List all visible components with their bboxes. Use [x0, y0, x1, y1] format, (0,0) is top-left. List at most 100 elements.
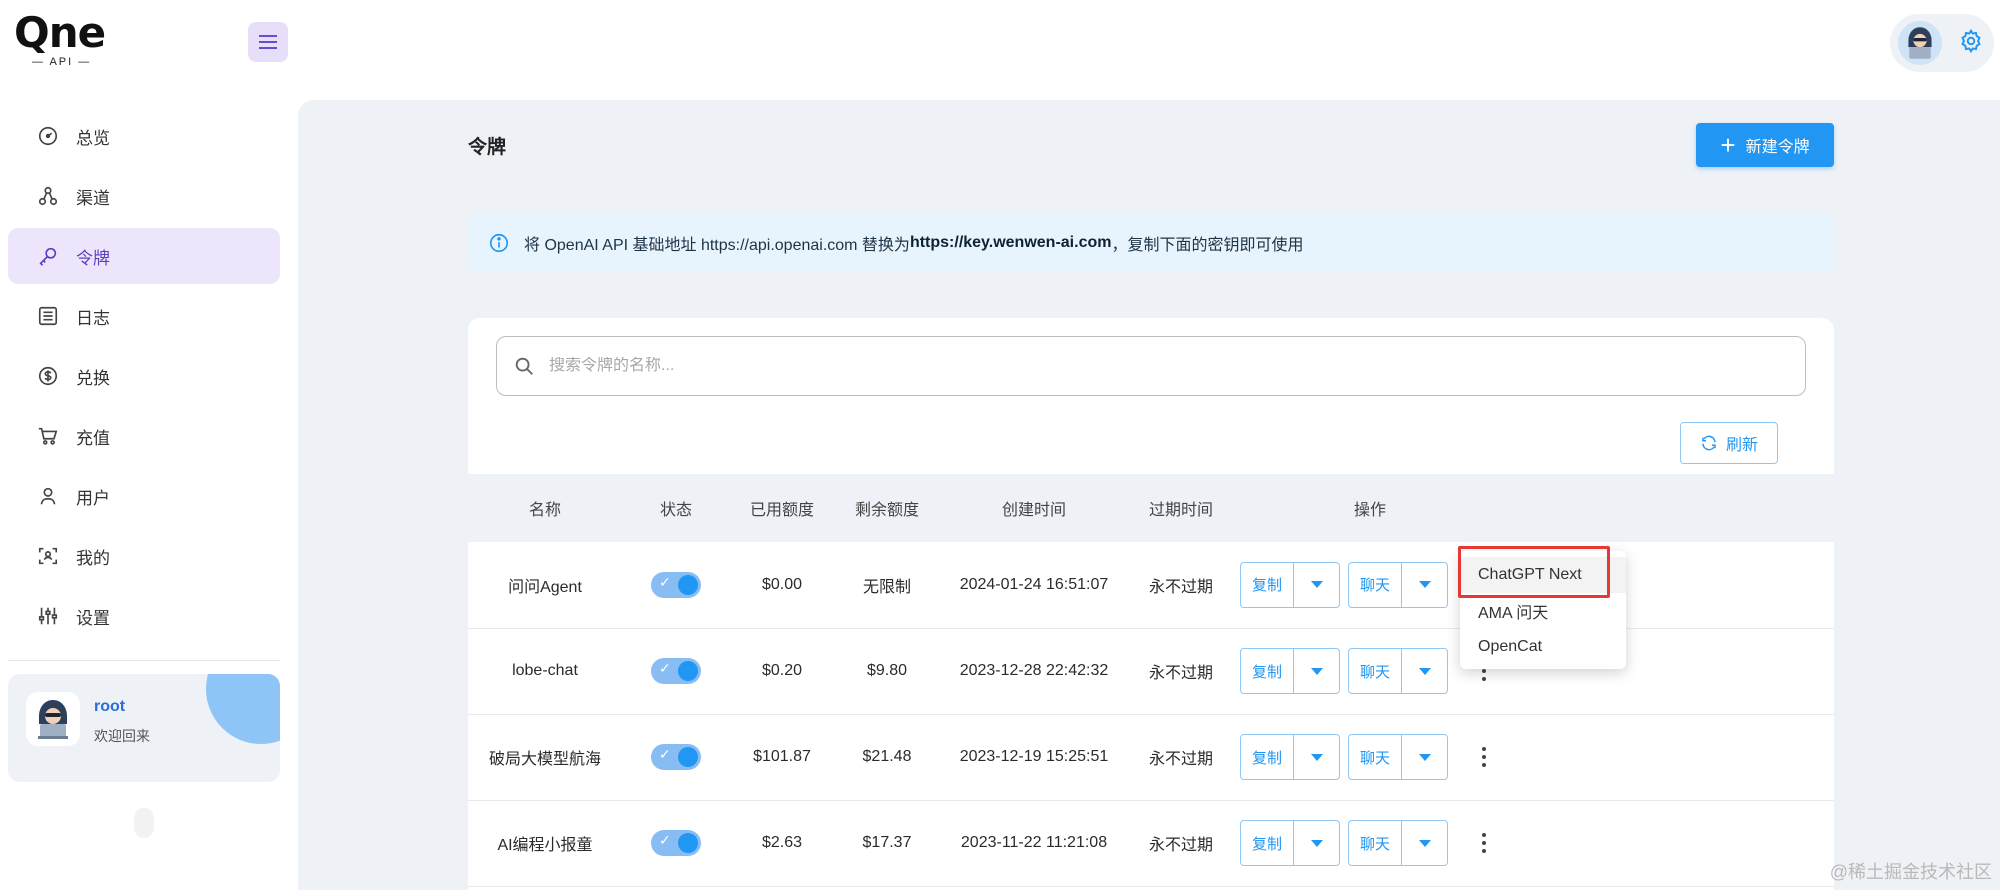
- sidebar-item-channels[interactable]: 渠道: [8, 168, 280, 224]
- chat-dropdown-menu: ChatGPT Next AMA 问天 OpenCat: [1460, 551, 1626, 669]
- chat-dropdown-button[interactable]: [1401, 735, 1447, 779]
- menu-item-opencat[interactable]: OpenCat: [1460, 629, 1626, 665]
- check-icon: ✓: [659, 660, 671, 676]
- status-cell: ✓: [622, 714, 730, 800]
- sidebar: Qne — API — 总览 渠道 令牌 日志 兑换 充值 用户 我的 设置 r…: [0, 0, 298, 890]
- top-user-controls: [1890, 14, 1994, 72]
- plus-icon: +: [1720, 130, 1736, 160]
- cart-icon: [36, 424, 60, 448]
- menu-item-ama[interactable]: AMA 问天: [1460, 593, 1626, 629]
- copy-button-group: 复制: [1240, 648, 1340, 694]
- column-header-name: 名称: [528, 502, 561, 519]
- user-icon: [36, 484, 60, 508]
- copy-dropdown-button[interactable]: [1293, 562, 1339, 607]
- status-toggle[interactable]: ✓: [651, 571, 701, 598]
- created-time: 2024-01-24 16:51:07: [959, 575, 1109, 593]
- sidebar-item-tokens[interactable]: 令牌: [8, 228, 280, 284]
- copy-button[interactable]: 复制: [1241, 735, 1293, 779]
- chat-button[interactable]: 聊天: [1349, 649, 1401, 693]
- more-options-icon[interactable]: [1482, 833, 1486, 853]
- actions-cell: 复制 聊天: [1234, 800, 1834, 886]
- chat-dropdown-button[interactable]: [1401, 649, 1447, 693]
- main-content: 令牌 + 新建令牌 将 OpenAI API 基础地址 https://api.…: [298, 100, 2000, 890]
- settings-sliders-icon: [36, 604, 60, 628]
- refresh-button[interactable]: 刷新: [1680, 422, 1778, 464]
- used-quota: $101.87: [753, 748, 811, 765]
- sidebar-item-logs[interactable]: 日志: [8, 288, 280, 344]
- menu-item-chatgpt-next[interactable]: ChatGPT Next: [1460, 557, 1626, 593]
- sidebar-item-label: 兑换: [76, 368, 110, 388]
- column-header-remaining: 剩余额度: [854, 502, 919, 519]
- used-quota: $2.63: [761, 834, 803, 851]
- new-token-button[interactable]: + 新建令牌: [1696, 123, 1834, 167]
- caret-down-icon: [1418, 753, 1431, 761]
- check-icon: ✓: [659, 832, 671, 848]
- copy-dropdown-button[interactable]: [1293, 649, 1339, 693]
- expire-time: 永不过期: [1148, 578, 1213, 596]
- app-logo[interactable]: Qne — API —: [14, 10, 124, 76]
- column-header-status: 状态: [659, 502, 692, 519]
- more-options-icon[interactable]: [1482, 747, 1486, 767]
- expire-time: 永不过期: [1148, 837, 1213, 854]
- sidebar-item-users[interactable]: 用户: [8, 468, 280, 524]
- toggle-knob: [678, 574, 698, 595]
- sidebar-item-label: 我的: [76, 548, 110, 568]
- sidebar-item-label: 渠道: [76, 188, 110, 208]
- sidebar-nav: 总览 渠道 令牌 日志 兑换 充值 用户 我的 设置: [8, 108, 280, 648]
- column-header-actions: 操作: [1354, 502, 1387, 519]
- chat-button[interactable]: 聊天: [1349, 821, 1401, 865]
- expire-time: 永不过期: [1148, 665, 1213, 682]
- search-icon: [513, 355, 535, 377]
- header-avatar[interactable]: [1898, 21, 1942, 65]
- copy-dropdown-button[interactable]: [1293, 735, 1339, 779]
- sidebar-item-redeem[interactable]: 兑换: [8, 348, 280, 404]
- table-row: AI编程小报童 ✓ $2.63 $17.37 2023-11-22 11:21:…: [468, 800, 1834, 886]
- alert-url: https://key.wenwen-ai.com: [909, 234, 1112, 251]
- menu-toggle-button[interactable]: [248, 22, 288, 62]
- token-name: AI编程小报童: [497, 837, 593, 854]
- chat-dropdown-button[interactable]: [1401, 562, 1447, 607]
- chat-button[interactable]: 聊天: [1349, 735, 1401, 779]
- check-icon: ✓: [659, 746, 671, 762]
- hamburger-icon: [259, 35, 277, 49]
- search-input[interactable]: [549, 357, 1749, 375]
- status-toggle[interactable]: ✓: [651, 744, 701, 770]
- status-toggle[interactable]: ✓: [651, 658, 701, 684]
- status-toggle[interactable]: ✓: [651, 830, 701, 856]
- remaining-quota: $17.37: [862, 834, 912, 851]
- caret-down-icon: [1310, 667, 1323, 675]
- check-icon: ✓: [659, 573, 671, 590]
- sidebar-item-label: 总览: [76, 128, 110, 148]
- status-cell: ✓: [622, 800, 730, 886]
- sidebar-item-label: 日志: [76, 308, 110, 328]
- sidebar-divider: [8, 660, 280, 661]
- copy-dropdown-button[interactable]: [1293, 821, 1339, 865]
- caret-down-icon: [1310, 839, 1323, 847]
- toggle-knob: [678, 833, 698, 853]
- chat-dropdown-button[interactable]: [1401, 821, 1447, 865]
- sidebar-item-topup[interactable]: 充值: [8, 408, 280, 464]
- status-cell: ✓: [622, 628, 730, 714]
- sidebar-item-settings[interactable]: 设置: [8, 588, 280, 644]
- refresh-icon: [1700, 434, 1718, 452]
- gear-icon[interactable]: [1958, 28, 1984, 59]
- token-name: 问问Agent: [508, 578, 582, 596]
- page-title: 令牌: [468, 137, 507, 158]
- user-card[interactable]: root 欢迎回来: [8, 674, 280, 782]
- copy-button[interactable]: 复制: [1241, 649, 1293, 693]
- sidebar-item-profile[interactable]: 我的: [8, 528, 280, 584]
- table-row: 破局大模型航海 ✓ $101.87 $21.48 2023-12-19 15:2…: [468, 714, 1834, 800]
- caret-down-icon: [1418, 667, 1431, 675]
- table-row: lobe-chat ✓ $0.20 $9.80 2023-12-28 22:42…: [468, 628, 1834, 714]
- copy-button[interactable]: 复制: [1241, 563, 1293, 607]
- search-box[interactable]: [496, 336, 1806, 396]
- chat-button[interactable]: 聊天: [1349, 563, 1401, 607]
- decorative-blob: [206, 674, 280, 744]
- sidebar-item-overview[interactable]: 总览: [8, 108, 280, 164]
- column-header-used: 已用额度: [749, 502, 814, 519]
- watermark: @稀土掘金技术社区: [1829, 862, 1992, 882]
- remaining-quota: $21.48: [862, 748, 912, 765]
- logo-text: Qne: [14, 8, 106, 57]
- copy-button[interactable]: 复制: [1241, 821, 1293, 865]
- column-header-created: 创建时间: [1001, 502, 1066, 519]
